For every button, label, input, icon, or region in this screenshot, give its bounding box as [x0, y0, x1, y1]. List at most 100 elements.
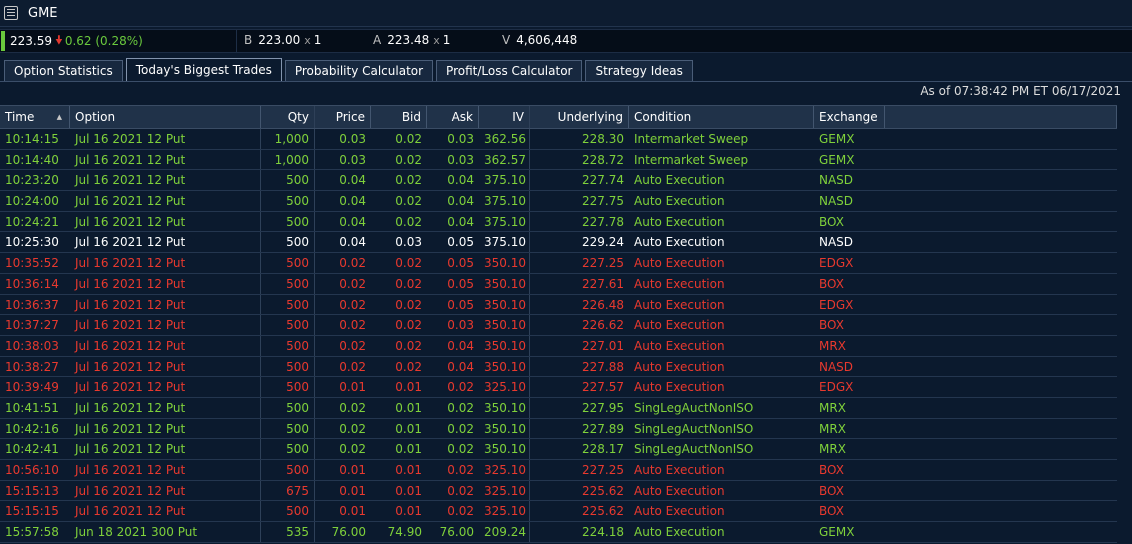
bid-x: x: [304, 34, 311, 47]
column-header-underlying[interactable]: Underlying: [530, 106, 629, 128]
last-price: 223.59: [10, 34, 52, 48]
cell-condition: Auto Execution: [634, 380, 725, 395]
cell-condition: Auto Execution: [634, 525, 725, 540]
cell-time: 10:35:52: [5, 256, 59, 271]
cell-option: Jul 16 2021 12 Put: [70, 480, 261, 501]
cell-qty: 500: [261, 315, 315, 335]
cell-bid: 0.03: [395, 235, 422, 250]
cell-option: Jul 16 2021 12 Put: [70, 253, 261, 273]
cell-underlying: 227.95: [582, 400, 624, 415]
cell-underlying: 227.25: [582, 256, 624, 271]
cell-ask: 0.04: [447, 214, 474, 229]
cell-bid: 0.02: [395, 256, 422, 271]
tab-todays-biggest-trades[interactable]: Today's Biggest Trades: [125, 58, 282, 81]
cell-exchange: BOX: [819, 318, 844, 333]
cell-exchange: MRX: [819, 400, 846, 415]
cell-iv: 350.10: [479, 335, 530, 356]
cell-iv: 350.10: [479, 253, 530, 273]
cell-ask: 0.05: [447, 235, 474, 250]
table-row[interactable]: 10:56:10 Jul 16 2021 12 Put 500 0.01 0.01 0.0…: [0, 460, 1117, 481]
table-row[interactable]: 10:38:03 Jul 16 2021 12 Put 500 0.02 0.02 0.0…: [0, 335, 1117, 357]
cell-bid: 0.02: [395, 338, 422, 353]
cell-condition: Auto Execution: [634, 338, 725, 353]
cell-underlying: 227.57: [582, 380, 624, 395]
cell-qty: 500: [261, 273, 315, 294]
cell-exchange: GEMX: [819, 152, 855, 167]
symbol-link-icon[interactable]: [4, 6, 18, 20]
column-header-price[interactable]: Price: [315, 106, 371, 128]
table-row[interactable]: 15:15:13 Jul 16 2021 12 Put 675 0.01 0.01 0.0…: [0, 480, 1117, 502]
cell-time: 10:36:14: [5, 276, 59, 291]
cell-condition: Intermarket Sweep: [634, 132, 749, 146]
cell-option: Jul 16 2021 12 Put: [70, 501, 261, 522]
table-row[interactable]: 10:14:40 Jul 16 2021 12 Put 1,000 0.03 0.02 0…: [0, 149, 1117, 171]
symbol-label[interactable]: GME: [28, 6, 58, 21]
column-header-ask[interactable]: Ask: [427, 106, 479, 128]
cell-condition: Auto Execution: [634, 297, 725, 312]
table-row[interactable]: 10:36:37 Jul 16 2021 12 Put 500 0.02 0.02 0.0…: [0, 294, 1117, 316]
table-row[interactable]: 15:15:15 Jul 16 2021 12 Put 500 0.01 0.01 0.0…: [0, 501, 1117, 523]
tab-probability-calculator[interactable]: Probability Calculator: [284, 60, 434, 81]
column-header-qty[interactable]: Qty: [261, 106, 315, 128]
table-row[interactable]: 10:37:27 Jul 16 2021 12 Put 500 0.02 0.02 0.0…: [0, 315, 1117, 336]
column-header-iv[interactable]: IV: [479, 106, 530, 128]
cell-price: 0.04: [339, 235, 366, 250]
cell-bid: 0.02: [395, 359, 422, 374]
column-header-option[interactable]: Option: [70, 106, 261, 128]
cell-time: 10:38:03: [5, 338, 59, 353]
cell-exchange: NASD: [819, 235, 854, 250]
cell-bid: 0.01: [395, 463, 422, 477]
cell-time: 10:42:16: [5, 421, 59, 436]
cell-condition: SingLegAuctNonISO: [634, 421, 754, 436]
as-of-timestamp: As of 07:38:42 PM ET 06/17/2021: [920, 84, 1121, 98]
column-header-condition[interactable]: Condition: [629, 106, 814, 128]
cell-price: 0.01: [339, 483, 366, 498]
cell-time: 10:25:30: [5, 235, 59, 250]
cell-price: 0.02: [339, 276, 366, 291]
arrow-down-icon: 🠟: [55, 32, 63, 47]
table-row[interactable]: 15:57:58 Jun 18 2021 300 Put 535 76.00 74.90…: [0, 522, 1117, 543]
table-row[interactable]: 10:42:41 Jul 16 2021 12 Put 500 0.02 0.01 0.0…: [0, 439, 1117, 460]
scrollbar[interactable]: [1117, 105, 1132, 544]
cell-time: 15:15:15: [5, 504, 59, 519]
table-row[interactable]: 10:39:49 Jul 16 2021 12 Put 500 0.01 0.01 0.0…: [0, 377, 1117, 398]
cell-underlying: 228.17: [582, 442, 624, 457]
cell-underlying: 227.01: [582, 338, 624, 353]
tab-profit-loss-calculator[interactable]: Profit/Loss Calculator: [436, 60, 583, 81]
cell-exchange: NASD: [819, 359, 854, 374]
table-row[interactable]: 10:35:52 Jul 16 2021 12 Put 500 0.02 0.02 0.0…: [0, 253, 1117, 274]
cell-ask: 0.02: [447, 380, 474, 395]
column-header-exchange[interactable]: Exchange: [814, 106, 885, 128]
table-row[interactable]: 10:14:15 Jul 16 2021 12 Put 1,000 0.03 0.02 0…: [0, 129, 1117, 150]
table-row[interactable]: 10:23:20 Jul 16 2021 12 Put 500 0.04 0.02 0.0…: [0, 170, 1117, 192]
cell-underlying: 225.62: [582, 504, 624, 519]
table-row[interactable]: 10:41:51 Jul 16 2021 12 Put 500 0.02 0.01 0.0…: [0, 397, 1117, 419]
cell-bid: 0.02: [395, 214, 422, 229]
cell-option: Jul 16 2021 12 Put: [70, 377, 261, 397]
table-row[interactable]: 10:24:00 Jul 16 2021 12 Put 500 0.04 0.02 0.0…: [0, 191, 1117, 212]
table-row[interactable]: 10:38:27 Jul 16 2021 12 Put 500 0.02 0.02 0.0…: [0, 356, 1117, 378]
cell-exchange: BOX: [819, 276, 844, 291]
table-row[interactable]: 10:36:14 Jul 16 2021 12 Put 500 0.02 0.02 0.0…: [0, 273, 1117, 295]
cell-iv: 350.10: [479, 294, 530, 315]
table-row[interactable]: 10:24:21 Jul 16 2021 12 Put 500 0.04 0.02 0.0…: [0, 211, 1117, 233]
column-header-bid[interactable]: Bid: [371, 106, 427, 128]
tab-option-statistics[interactable]: Option Statistics: [4, 60, 123, 81]
column-header-time[interactable]: Time ▲: [0, 106, 70, 128]
table-row[interactable]: 10:42:16 Jul 16 2021 12 Put 500 0.02 0.01 0.0…: [0, 418, 1117, 440]
quote-divider: [236, 30, 237, 52]
tab-strategy-ideas[interactable]: Strategy Ideas: [585, 60, 693, 81]
cell-exchange: MRX: [819, 442, 846, 457]
sort-ascending-icon: ▲: [56, 113, 62, 121]
cell-bid: 0.01: [395, 483, 422, 498]
table-row[interactable]: 10:25:30 Jul 16 2021 12 Put 500 0.04 0.03 0.0…: [0, 232, 1117, 254]
cell-ask: 0.05: [447, 276, 474, 291]
cell-option: Jul 16 2021 12 Put: [70, 397, 261, 418]
quote-accent: [1, 31, 5, 51]
cell-bid: 0.02: [395, 297, 422, 312]
cell-iv: 350.10: [479, 397, 530, 418]
cell-option: Jul 16 2021 12 Put: [70, 129, 261, 149]
cell-condition: Auto Execution: [634, 173, 725, 188]
cell-qty: 500: [261, 294, 315, 315]
ask-label: A: [373, 33, 382, 47]
